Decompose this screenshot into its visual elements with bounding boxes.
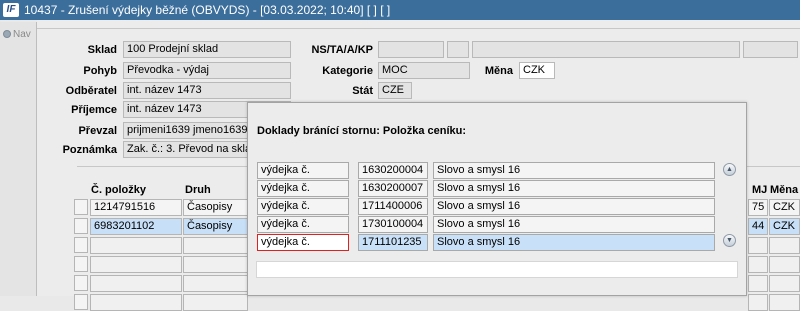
blocking-documents-dialog: Doklady bránící stornu: Položka ceníku: … [247, 102, 747, 296]
row-checkbox[interactable] [74, 256, 88, 272]
grid-cell-mj[interactable] [748, 275, 768, 292]
doc-type-field-focused[interactable]: výdejka č. [257, 234, 349, 251]
grid-cell-cislo[interactable] [90, 275, 182, 292]
col-header-cislo: Č. položky [91, 184, 147, 196]
pohyb-label: Pohyb [83, 65, 117, 77]
col-header-mena: Měna [770, 184, 799, 196]
scroll-down-icon[interactable]: ▼ [723, 234, 736, 247]
doc-number-field[interactable]: 1711400006 [358, 198, 428, 215]
grid-cell-mena[interactable] [769, 237, 800, 254]
grid-cell-mena[interactable] [769, 275, 800, 292]
grid-cell-druh[interactable] [183, 256, 248, 273]
ns-field-3[interactable] [472, 41, 740, 58]
grid-cell-druh[interactable] [183, 275, 248, 292]
grid-cell-druh[interactable] [183, 237, 248, 254]
mena-field[interactable]: CZK [519, 62, 555, 79]
row-checkbox[interactable] [74, 199, 88, 215]
grid-cell-druh[interactable] [183, 294, 248, 311]
doc-text-field[interactable]: Slovo a smysl 16 [433, 234, 715, 251]
grid-cell-mj[interactable] [748, 256, 768, 273]
doc-type-field[interactable]: výdejka č. [257, 198, 349, 215]
odberatel-field[interactable]: int. název 1473 [123, 82, 291, 99]
doc-number-field[interactable]: 1711101235 [358, 234, 428, 251]
col-header-druh: Druh [185, 184, 211, 196]
doc-number-field[interactable]: 1630200004 [358, 162, 428, 179]
grid-cell-mj[interactable] [748, 237, 768, 254]
sklad-field[interactable]: 100 Prodejní sklad [123, 41, 291, 58]
dialog-title: Doklady bránící stornu: Položka ceníku: [257, 125, 467, 137]
doc-text-field[interactable]: Slovo a smysl 16 [433, 162, 715, 179]
ns-field-1[interactable] [378, 41, 444, 58]
prijemce-label: Příjemce [71, 104, 117, 116]
doc-number-field[interactable]: 1630200007 [358, 180, 428, 197]
grid-cell-druh[interactable]: Časopisy [183, 199, 248, 216]
kategorie-label: Kategorie [322, 65, 373, 77]
grid-cell-cislo[interactable] [90, 256, 182, 273]
ns-field-2[interactable] [447, 41, 469, 58]
dialog-message-area [256, 261, 738, 278]
kategorie-field[interactable]: MOC [378, 62, 470, 79]
grid-cell-cislo[interactable]: 6983201102 [90, 218, 182, 235]
prevzal-label: Převzal [78, 125, 117, 137]
app-logo-icon: IF [3, 3, 19, 17]
nav-icon [3, 30, 11, 38]
grid-cell-cislo[interactable]: 1214791516 [90, 199, 182, 216]
window-titlebar: IF 10437 - Zrušení výdejky běžné (OBVYDS… [0, 0, 800, 20]
nav-label: Nav [13, 28, 31, 40]
poznamka-label: Poznámka [62, 144, 117, 156]
row-checkbox[interactable] [74, 294, 88, 310]
grid-cell-druh[interactable]: Časopisy [183, 218, 248, 235]
scroll-up-icon[interactable]: ▲ [723, 163, 736, 176]
sklad-label: Sklad [87, 44, 117, 56]
row-checkbox[interactable] [74, 218, 88, 234]
doc-text-field[interactable]: Slovo a smysl 16 [433, 198, 715, 215]
left-nav-panel: Nav [0, 22, 37, 296]
row-checkbox[interactable] [74, 275, 88, 291]
ns-label: NS/TA/A/KP [311, 44, 373, 56]
doc-text-field[interactable]: Slovo a smysl 16 [433, 180, 715, 197]
stat-field[interactable]: CZE [378, 82, 412, 99]
grid-cell-mena[interactable] [769, 256, 800, 273]
grid-cell-mena[interactable]: CZK [769, 218, 800, 235]
grid-cell-cislo[interactable] [90, 294, 182, 311]
grid-cell-mj[interactable]: 75 [748, 199, 768, 216]
grid-cell-mena[interactable] [769, 294, 800, 311]
grid-cell-mj[interactable]: 44 [748, 218, 768, 235]
odberatel-label: Odběratel [65, 85, 117, 97]
pohyb-field[interactable]: Převodka - výdaj [123, 62, 291, 79]
doc-number-field[interactable]: 1730100004 [358, 216, 428, 233]
mena-label: Měna [484, 65, 513, 77]
grid-cell-cislo[interactable] [90, 237, 182, 254]
top-divider [37, 28, 800, 29]
doc-type-field[interactable]: výdejka č. [257, 162, 349, 179]
grid-cell-mena[interactable]: CZK [769, 199, 800, 216]
stat-label: Stát [352, 85, 373, 97]
ns-field-4[interactable] [743, 41, 798, 58]
grid-cell-mj[interactable] [748, 294, 768, 311]
doc-text-field[interactable]: Slovo a smysl 16 [433, 216, 715, 233]
window-title: 10437 - Zrušení výdejky běžné (OBVYDS) -… [24, 3, 391, 17]
col-header-mj: MJ [752, 184, 768, 196]
nav-button[interactable]: Nav [3, 28, 31, 40]
doc-type-field[interactable]: výdejka č. [257, 180, 349, 197]
doc-type-field[interactable]: výdejka č. [257, 216, 349, 233]
row-checkbox[interactable] [74, 237, 88, 253]
